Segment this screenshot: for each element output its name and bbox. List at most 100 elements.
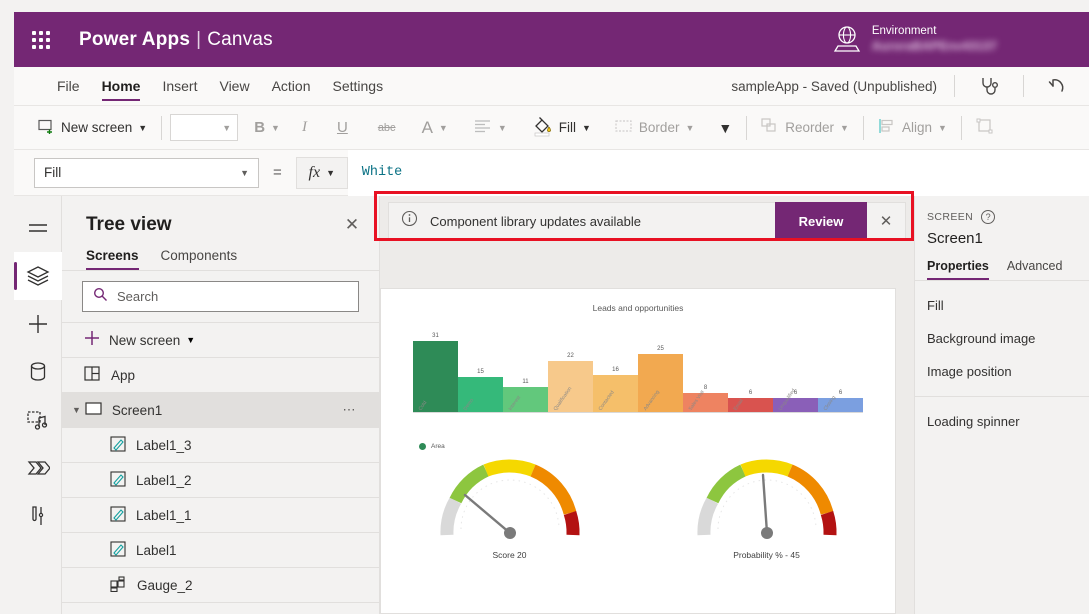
tree-view-title: Tree view bbox=[86, 214, 172, 235]
bold-button[interactable]: B ▼ bbox=[248, 112, 286, 144]
brand-title[interactable]: Power Apps | Canvas bbox=[79, 29, 273, 51]
new-screen-tree-button[interactable]: New screen ▼ bbox=[62, 322, 379, 358]
tree-item-screen1[interactable]: ▼ Screen1 ⋯ bbox=[62, 393, 379, 428]
environment-globe-icon bbox=[832, 22, 862, 56]
menu-items: File Home Insert View Action Settings bbox=[46, 67, 394, 105]
ribbon-toolbar: New screen ▼ ▼ B ▼ I U abc A ▼ ▼ Fill ▼ … bbox=[14, 106, 1089, 150]
divider bbox=[746, 115, 748, 140]
new-screen-button[interactable]: New screen ▼ bbox=[32, 112, 153, 144]
tree-item-label1-2[interactable]: Label1_2 bbox=[62, 463, 379, 498]
app-save-status: sampleApp - Saved (Unpublished) bbox=[731, 78, 937, 94]
text-align-button[interactable]: ▼ bbox=[468, 112, 513, 144]
tree-item-label1[interactable]: Label1 bbox=[62, 533, 379, 568]
divider bbox=[161, 115, 163, 140]
menu-item-action[interactable]: Action bbox=[261, 67, 322, 105]
probability-gauge[interactable]: Probability % - 45 bbox=[638, 455, 895, 560]
brand-product: Power Apps bbox=[79, 28, 191, 50]
tab-advanced[interactable]: Advanced bbox=[1007, 259, 1063, 280]
menu-item-settings[interactable]: Settings bbox=[322, 67, 395, 105]
divider bbox=[862, 115, 864, 140]
search-icon bbox=[93, 287, 108, 307]
menu-item-home[interactable]: Home bbox=[91, 67, 152, 105]
environment-selector[interactable]: Environment AuroraBAPEnv43137 bbox=[832, 22, 997, 56]
legend-marker bbox=[419, 443, 426, 450]
underline-label: U bbox=[336, 119, 348, 136]
menu-hamburger-icon[interactable] bbox=[14, 204, 62, 252]
font-family-select[interactable]: ▼ bbox=[170, 114, 239, 141]
app-launcher-icon[interactable] bbox=[24, 30, 58, 49]
underline-button[interactable]: U bbox=[331, 112, 354, 144]
fill-label: Fill bbox=[558, 120, 576, 135]
score-gauge[interactable]: Score 20 bbox=[381, 455, 638, 560]
data-cylinder-icon[interactable] bbox=[14, 348, 62, 396]
property-select[interactable]: Fill ▼ bbox=[34, 157, 259, 188]
chevron-down-icon: ▼ bbox=[271, 122, 280, 133]
app-checker-stethoscope-icon[interactable] bbox=[972, 71, 1006, 101]
screen-icon bbox=[85, 401, 102, 419]
undo-icon[interactable] bbox=[1041, 71, 1075, 101]
leads-and-opportunities-chart[interactable]: Leads and opportunities 31 15 11 22 16 2… bbox=[381, 297, 895, 450]
properties-group-behavior: Loading spinner bbox=[915, 397, 1089, 446]
menu-item-file[interactable]: File bbox=[46, 67, 91, 105]
align-left-icon bbox=[474, 119, 492, 136]
tab-screens[interactable]: Screens bbox=[86, 248, 139, 270]
close-icon[interactable]: ✕ bbox=[339, 215, 365, 235]
insert-plus-icon[interactable] bbox=[14, 300, 62, 348]
variables-tools-icon[interactable] bbox=[14, 492, 62, 540]
app-screen-preview[interactable]: Leads and opportunities 31 15 11 22 16 2… bbox=[380, 288, 896, 614]
help-circle-icon[interactable]: ? bbox=[981, 210, 996, 224]
tree-item-label1-3[interactable]: Label1_3 bbox=[62, 428, 379, 463]
search-input[interactable]: Search bbox=[82, 281, 359, 312]
fill-button[interactable]: Fill ▼ bbox=[527, 112, 597, 144]
ribbon-overflow-button[interactable]: ▼ bbox=[712, 112, 738, 144]
tree-view-layers-icon[interactable] bbox=[13, 252, 62, 300]
chevron-down-icon: ▼ bbox=[582, 122, 591, 133]
power-automate-icon[interactable] bbox=[14, 444, 62, 492]
properties-kicker: SCREEN ? bbox=[915, 196, 1089, 224]
tab-properties[interactable]: Properties bbox=[927, 259, 989, 280]
notification-wrapper: Component library updates available Revi… bbox=[380, 196, 914, 242]
tree-item-gauge-2[interactable]: Gauge_2 bbox=[62, 568, 379, 603]
reorder-button[interactable]: Reorder ▼ bbox=[755, 112, 855, 144]
align-label: Align bbox=[901, 120, 932, 135]
tab-components[interactable]: Components bbox=[161, 248, 238, 270]
property-row-image-position[interactable]: Image position bbox=[915, 355, 1089, 388]
properties-panel: SCREEN ? Screen1 Properties Advanced Fil… bbox=[914, 196, 1089, 614]
strikethrough-button[interactable]: abc bbox=[372, 112, 402, 144]
property-row-background-image[interactable]: Background image bbox=[915, 322, 1089, 355]
canvas-area: Component library updates available Revi… bbox=[380, 196, 914, 614]
font-color-button[interactable]: A ▼ bbox=[416, 112, 454, 144]
properties-tabs: Properties Advanced bbox=[915, 247, 1089, 280]
align-button[interactable]: Align ▼ bbox=[872, 112, 953, 144]
close-icon[interactable]: ✕ bbox=[867, 202, 905, 240]
more-options-icon[interactable]: ⋯ bbox=[343, 402, 358, 418]
border-button[interactable]: Border ▼ bbox=[609, 112, 700, 144]
strikethrough-label: abc bbox=[377, 121, 396, 134]
chevron-down-icon: ▼ bbox=[240, 167, 249, 178]
app-icon bbox=[84, 365, 101, 385]
tree-item-app[interactable]: App bbox=[62, 358, 379, 393]
label-icon bbox=[110, 470, 126, 490]
tree-view-tabs: Screens Components bbox=[62, 236, 379, 270]
property-row-fill[interactable]: Fill bbox=[915, 289, 1089, 322]
tree-item-label1-1[interactable]: Label1_1 bbox=[62, 498, 379, 533]
chevron-down-icon[interactable]: ▼ bbox=[72, 405, 81, 415]
menu-item-view[interactable]: View bbox=[208, 67, 260, 105]
formula-input[interactable]: White bbox=[347, 149, 1089, 196]
review-button[interactable]: Review bbox=[775, 202, 867, 240]
font-color-label: A bbox=[421, 117, 433, 137]
fx-button[interactable]: fx ▼ bbox=[295, 156, 348, 189]
gauge-dial bbox=[696, 459, 837, 539]
italic-button[interactable]: I bbox=[296, 112, 313, 144]
property-row-loading-spinner[interactable]: Loading spinner bbox=[915, 405, 1089, 438]
gauge-label: Score 20 bbox=[492, 550, 527, 560]
search-placeholder: Search bbox=[117, 289, 159, 304]
menu-bar: File Home Insert View Action Settings sa… bbox=[14, 67, 1089, 106]
media-icon[interactable] bbox=[14, 396, 62, 444]
group-button[interactable] bbox=[970, 112, 1000, 144]
legend-label: Area bbox=[431, 443, 445, 450]
menu-item-insert[interactable]: Insert bbox=[151, 67, 208, 105]
notification-message: Component library updates available bbox=[430, 213, 642, 229]
search-wrapper: Search bbox=[62, 271, 379, 322]
chevron-down-icon: ▼ bbox=[186, 335, 196, 345]
